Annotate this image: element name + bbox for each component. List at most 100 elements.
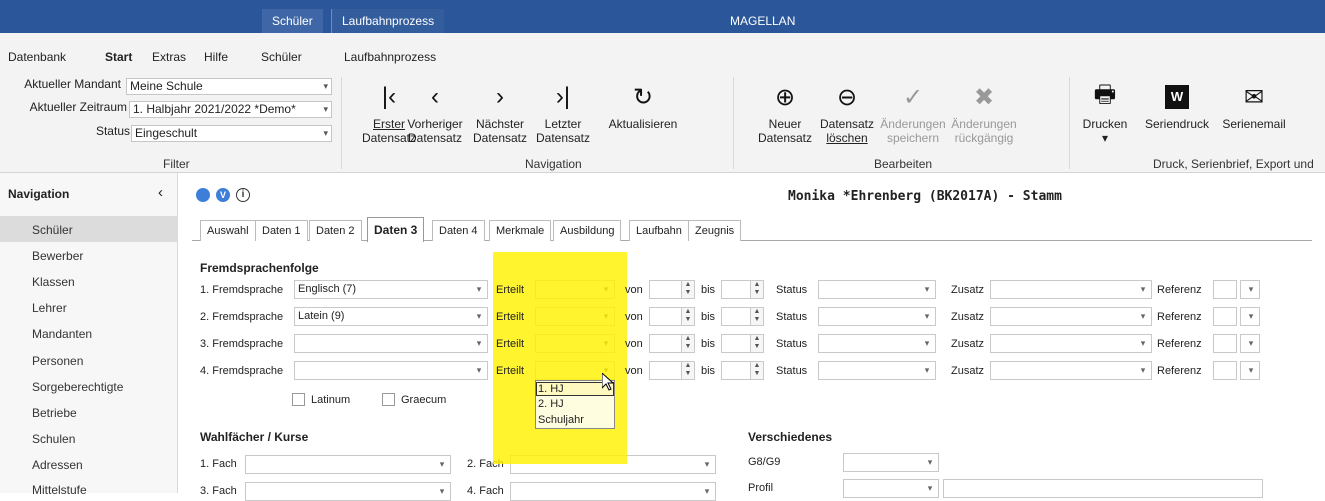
last-record-button[interactable]: ›| Letzter Datensatz <box>526 77 600 157</box>
save-changes-button[interactable]: ✓ Änderungen speichern <box>876 77 950 157</box>
von-input-4[interactable] <box>649 361 685 380</box>
referenz-input-3[interactable] <box>1213 334 1237 353</box>
language-4-select[interactable]: ▾ <box>294 361 488 380</box>
bis-spinner-icon[interactable]: ▲ ▼ <box>750 280 764 299</box>
zusatz-select-2[interactable]: ▾ <box>990 307 1152 326</box>
nav-item-adressen[interactable]: Adressen <box>32 458 83 472</box>
nav-item-personen[interactable]: Personen <box>32 354 83 368</box>
referenz-select-1[interactable]: ▾ <box>1240 280 1260 299</box>
previous-record-button[interactable]: ‹ Vorheriger Datensatz <box>398 77 472 157</box>
bis-spinner-icon[interactable]: ▲ ▼ <box>750 361 764 380</box>
zusatz-select-4[interactable]: ▾ <box>990 361 1152 380</box>
von-spinner-icon[interactable]: ▲ ▼ <box>681 334 695 353</box>
context-tab-schueler[interactable]: Schüler <box>262 9 323 33</box>
erteilt-label: Erteilt <box>496 284 525 296</box>
bis-input-2[interactable] <box>721 307 751 326</box>
referenz-select-3[interactable]: ▾ <box>1240 334 1260 353</box>
von-spinner-icon[interactable]: ▲ ▼ <box>681 280 695 299</box>
nav-item-klassen[interactable]: Klassen <box>32 275 75 289</box>
bis-input-3[interactable] <box>721 334 751 353</box>
bis-spinner-icon[interactable]: ▲ ▼ <box>750 334 764 353</box>
print-button[interactable]: 🖶 Drucken ▾ <box>1070 77 1140 157</box>
zusatz-select-3[interactable]: ▾ <box>990 334 1152 353</box>
ribbon-tab-hilfe[interactable]: Hilfe <box>204 50 228 64</box>
language-2-select[interactable]: Latein (9) ▾ <box>294 307 488 326</box>
ribbon-tab-start[interactable]: Start <box>105 50 132 64</box>
profil-select[interactable]: ▾ <box>843 479 939 498</box>
tab-daten-1[interactable]: Daten 1 <box>255 220 308 241</box>
referenz-input-4[interactable] <box>1213 361 1237 380</box>
serial-print-button[interactable]: W Seriendruck <box>1137 77 1217 157</box>
chevron-down-icon: ▾ <box>323 81 328 91</box>
erteilt-label: Erteilt <box>496 365 525 377</box>
status-select[interactable]: Eingeschult ▾ <box>131 125 332 142</box>
von-spinner-icon[interactable]: ▲ ▼ <box>681 307 695 326</box>
fach-4-select[interactable]: ▾ <box>510 482 716 501</box>
status-value: Eingeschult <box>135 126 198 140</box>
dropdown-option-2hj[interactable]: 2. HJ <box>538 398 564 410</box>
referenz-input-1[interactable] <box>1213 280 1237 299</box>
ribbon-tab-laufbahnprozess[interactable]: Laufbahnprozess <box>344 50 436 64</box>
status-select-1[interactable]: ▾ <box>818 280 936 299</box>
delete-record-button[interactable]: ⊖ Datensatz löschen <box>810 77 884 157</box>
tab-ausbildung[interactable]: Ausbildung <box>553 220 622 241</box>
bis-spinner-icon[interactable]: ▲ ▼ <box>750 307 764 326</box>
chevron-down-icon: ▾ <box>1140 338 1146 348</box>
fach-3-select[interactable]: ▾ <box>245 482 451 501</box>
status-select-3[interactable]: ▾ <box>818 334 936 353</box>
status-dot-icon[interactable] <box>196 188 210 202</box>
collapse-icon[interactable]: ‹ <box>158 184 163 201</box>
referenz-select-4[interactable]: ▾ <box>1240 361 1260 380</box>
tab-daten-3[interactable]: Daten 3 <box>367 217 425 242</box>
bis-label: bis <box>701 338 716 350</box>
nav-item-mittelstufe[interactable]: Mittelstufe <box>32 483 87 497</box>
von-spinner-icon[interactable]: ▲ ▼ <box>681 361 695 380</box>
nav-item-betriebe[interactable]: Betriebe <box>32 406 77 420</box>
von-input-3[interactable] <box>649 334 685 353</box>
word-icon: W <box>1137 77 1217 117</box>
tab-daten-4[interactable]: Daten 4 <box>432 220 485 241</box>
bis-input-1[interactable] <box>721 280 751 299</box>
ribbon-tab-datenbank[interactable]: Datenbank <box>8 50 66 64</box>
undo-changes-button[interactable]: ✖ Änderungen rückgängig <box>947 77 1021 157</box>
dropdown-option-schuljahr[interactable]: Schuljahr <box>538 414 584 426</box>
ribbon-tab-schueler[interactable]: Schüler <box>261 50 302 64</box>
g8g9-select[interactable]: ▾ <box>843 453 939 472</box>
edit-group-label: Bearbeiten <box>874 157 933 171</box>
v-badge-icon[interactable]: V <box>216 188 230 202</box>
mandant-select[interactable]: Meine Schule ▾ <box>126 78 332 95</box>
next-label-2: Datensatz <box>472 131 528 145</box>
ribbon-tab-extras[interactable]: Extras <box>152 50 186 64</box>
chevron-down-icon: ▾ <box>924 311 930 321</box>
nav-item-bewerber[interactable]: Bewerber <box>32 249 83 263</box>
status-select-4[interactable]: ▾ <box>818 361 936 380</box>
zeitraum-select[interactable]: 1. Halbjahr 2021/2022 *Demo* ▾ <box>129 101 332 118</box>
tab-merkmale[interactable]: Merkmale <box>489 220 552 241</box>
refresh-button[interactable]: ↻ Aktualisieren <box>603 77 683 157</box>
von-input-1[interactable] <box>649 280 685 299</box>
nav-item-schueler[interactable]: Schüler <box>32 223 73 237</box>
nav-item-lehrer[interactable]: Lehrer <box>32 301 67 315</box>
latinum-checkbox[interactable] <box>292 393 305 406</box>
status-select-2[interactable]: ▾ <box>818 307 936 326</box>
referenz-input-2[interactable] <box>1213 307 1237 326</box>
language-3-select[interactable]: ▾ <box>294 334 488 353</box>
tab-laufbahn[interactable]: Laufbahn <box>629 220 689 241</box>
bis-input-4[interactable] <box>721 361 751 380</box>
zusatz-select-1[interactable]: ▾ <box>990 280 1152 299</box>
profil-text-input[interactable] <box>943 479 1263 498</box>
tab-zeugnis[interactable]: Zeugnis <box>688 220 742 241</box>
serial-email-button[interactable]: ✉ Serienemail <box>1214 77 1294 157</box>
context-tab-laufbahnprozess[interactable]: Laufbahnprozess <box>331 9 445 33</box>
von-input-2[interactable] <box>649 307 685 326</box>
tab-auswahl[interactable]: Auswahl <box>200 220 256 241</box>
fach-1-select[interactable]: ▾ <box>245 455 451 474</box>
nav-item-mandanten[interactable]: Mandanten <box>32 327 92 341</box>
language-1-select[interactable]: Englisch (7) ▾ <box>294 280 488 299</box>
nav-item-sorgeberechtigte[interactable]: Sorgeberechtigte <box>32 380 123 394</box>
referenz-select-2[interactable]: ▾ <box>1240 307 1260 326</box>
nav-item-schulen[interactable]: Schulen <box>32 432 75 446</box>
tab-daten-2[interactable]: Daten 2 <box>309 220 362 241</box>
graecum-checkbox[interactable] <box>382 393 395 406</box>
info-icon[interactable]: i <box>236 188 250 202</box>
